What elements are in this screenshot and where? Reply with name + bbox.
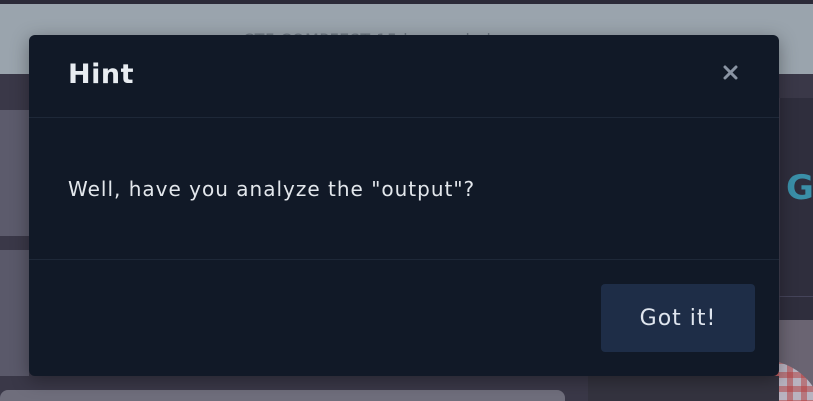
background-card	[0, 250, 29, 376]
background-panel	[588, 376, 779, 401]
close-button[interactable]	[717, 59, 743, 85]
background-divider	[779, 296, 813, 297]
background-input-bar	[0, 390, 565, 401]
modal-header: Hint	[29, 35, 779, 118]
close-icon	[723, 65, 737, 79]
hint-message: Well, have you analyze the "output"?	[68, 177, 476, 201]
background-heading-fragment: G	[786, 168, 813, 208]
modal-title: Hint	[68, 59, 134, 90]
hint-modal: Hint Well, have you analyze the "output"…	[29, 35, 779, 376]
modal-footer: Got it!	[29, 260, 779, 376]
modal-body: Well, have you analyze the "output"?	[29, 118, 779, 260]
background-card	[0, 110, 29, 236]
got-it-button[interactable]: Got it!	[601, 284, 755, 352]
